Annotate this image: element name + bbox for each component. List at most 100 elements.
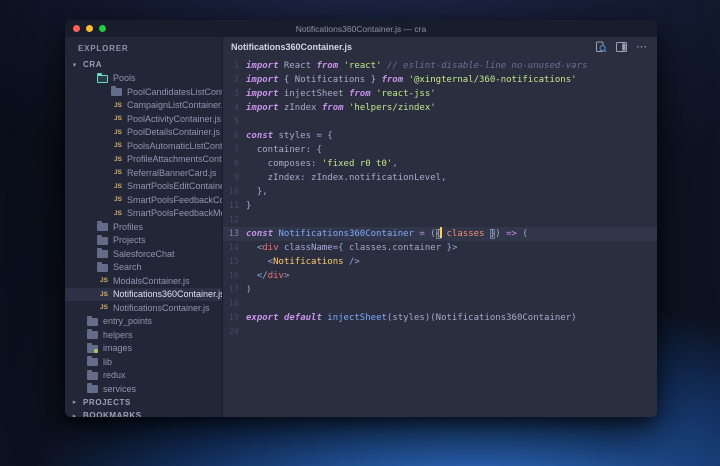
- tree-item-label: helpers: [103, 329, 133, 340]
- tree-item-label: Pools: [113, 73, 136, 84]
- open-preview-icon[interactable]: [595, 41, 607, 53]
- line-number: 1: [233, 61, 239, 71]
- tree-item[interactable]: ▾ CRA: [65, 58, 222, 72]
- tree-item[interactable]: Pools: [65, 72, 222, 86]
- tree-item-label: SmartPoolsFeedbackModa...: [127, 208, 222, 219]
- tree-item[interactable]: SalesforceChat: [65, 247, 222, 261]
- folder-icon: [97, 234, 108, 245]
- folder-image-icon: [87, 342, 98, 353]
- tree-item[interactable]: JS PoolDetailsContainer.js: [65, 126, 222, 140]
- tree-item-label: PoolActivityContainer.js: [127, 113, 222, 124]
- tree-item[interactable]: JS SmartPoolsFeedbackModa...: [65, 207, 222, 221]
- tree-item-label: Profiles: [113, 221, 144, 232]
- code-line[interactable]: 2 import { Notifications } from '@xingter…: [223, 73, 657, 87]
- line-number: 11: [228, 201, 239, 211]
- folder-icon: [87, 356, 98, 367]
- tree-item[interactable]: JS PoolActivityContainer.js: [65, 112, 222, 126]
- tree-item-label: PoolDetailsContainer.js: [127, 127, 221, 138]
- code-line[interactable]: 5: [223, 115, 657, 129]
- tree-item[interactable]: entry_points: [65, 315, 222, 329]
- folder-icon: [87, 369, 98, 380]
- tree-item[interactable]: JS ModalsContainer.js: [65, 274, 222, 288]
- tree-item-label: CampaignListContainer.js: [127, 100, 222, 111]
- code-line[interactable]: 20: [223, 325, 657, 339]
- chevron-icon: ▸: [72, 399, 77, 407]
- code-text: const styles = {: [246, 131, 333, 141]
- chevron-icon: ▾: [72, 61, 77, 69]
- tree-item-label: BOOKMARKS: [83, 411, 142, 417]
- line-number: 13: [228, 229, 239, 239]
- code-line[interactable]: 4 import zIndex from 'helpers/zindex': [223, 101, 657, 115]
- code-text: <div className={ classes.container }>: [256, 243, 458, 253]
- tree-item[interactable]: JS ReferralBannerCard.js: [65, 166, 222, 180]
- desktop-background: Notifications360Container.js — cra EXPLO…: [0, 0, 720, 466]
- js-file-icon: JS: [100, 277, 108, 285]
- tree-item[interactable]: JS SmartPoolsEditContainer.js: [65, 180, 222, 194]
- code-text: ): [246, 285, 252, 295]
- tree-item[interactable]: images: [65, 342, 222, 356]
- line-number: 2: [233, 75, 239, 85]
- minimize-window-icon[interactable]: [86, 25, 93, 32]
- js-file-icon: JS: [114, 142, 122, 150]
- code-text: import { Notifications } from '@xingtern…: [246, 75, 577, 85]
- tree-item[interactable]: JS Notifications360Container.js: [65, 287, 222, 301]
- code-line[interactable]: 8 composes: 'fixed r0 t0',: [223, 157, 657, 171]
- tree-item[interactable]: services: [65, 382, 222, 396]
- window-title: Notifications360Container.js — cra: [295, 23, 427, 34]
- sidebar-section[interactable]: ▸ PROJECTS: [65, 396, 222, 410]
- code-line[interactable]: 3 import injectSheet from 'react-jss': [223, 87, 657, 101]
- code-text: composes: 'fixed r0 t0',: [246, 159, 398, 169]
- code-line[interactable]: 17): [223, 283, 657, 297]
- code-line[interactable]: 11}: [223, 199, 657, 213]
- editor-toolbar: ⋯: [595, 37, 648, 56]
- tab-bar: Notifications360Container.js ⋯: [223, 37, 657, 56]
- line-number: 12: [228, 215, 239, 225]
- tree-item[interactable]: JS ProfileAttachmentsContain...: [65, 153, 222, 167]
- code-line[interactable]: 18: [223, 297, 657, 311]
- split-editor-icon[interactable]: [616, 41, 627, 52]
- tree-item-label: PROJECTS: [83, 397, 131, 407]
- code-line[interactable]: 7 container: {: [223, 143, 657, 157]
- folder-icon: [111, 86, 122, 97]
- tree-item[interactable]: Profiles: [65, 220, 222, 234]
- code-line[interactable]: 6 const styles = {: [223, 129, 657, 143]
- line-number: 7: [233, 145, 239, 155]
- code-line[interactable]: 10 },: [223, 185, 657, 199]
- more-actions-icon[interactable]: ⋯: [636, 41, 648, 52]
- folder-icon: [97, 261, 108, 272]
- tree-item[interactable]: Projects: [65, 234, 222, 248]
- zoom-window-icon[interactable]: [99, 25, 106, 32]
- tree-item[interactable]: helpers: [65, 328, 222, 342]
- tree-item[interactable]: Search: [65, 261, 222, 275]
- tree-item[interactable]: JS SmartPoolsFeedbackConta...: [65, 193, 222, 207]
- code-line[interactable]: 14 <div className={ classes.container }>: [223, 241, 657, 255]
- code-line[interactable]: 9 zIndex: zIndex.notificationLevel,: [223, 171, 657, 185]
- tab-active[interactable]: Notifications360Container.js: [223, 42, 352, 52]
- code-text: </div>: [256, 271, 290, 281]
- code-line[interactable]: 13 const Notifications360Container = ({ c…: [223, 227, 657, 241]
- tree-item[interactable]: lib: [65, 355, 222, 369]
- line-number: 10: [228, 187, 239, 197]
- tree-item-label: NotificationsContainer.js: [113, 302, 210, 313]
- sidebar-section[interactable]: ▸ BOOKMARKS: [65, 409, 222, 417]
- line-number: 16: [228, 271, 239, 281]
- title-bar: Notifications360Container.js — cra: [65, 20, 657, 37]
- code-line[interactable]: 1 import React from 'react' // eslint-dis…: [223, 59, 657, 73]
- tree-item-label: PoolsAutomaticListContain...: [127, 140, 222, 151]
- tree-item[interactable]: JS CampaignListContainer.js: [65, 99, 222, 113]
- tree-item[interactable]: JS NotificationsContainer.js: [65, 301, 222, 315]
- tree-item[interactable]: redux: [65, 369, 222, 383]
- code-line[interactable]: 16 </div>: [223, 269, 657, 283]
- tree-item-label: entry_points: [103, 316, 153, 327]
- traffic-lights: [65, 25, 106, 32]
- js-file-icon: JS: [114, 196, 122, 204]
- app-window: Notifications360Container.js — cra EXPLO…: [65, 20, 657, 417]
- tree-item[interactable]: PoolCandidatesListContain...: [65, 85, 222, 99]
- code-line[interactable]: 12: [223, 213, 657, 227]
- close-window-icon[interactable]: [73, 25, 80, 32]
- tree-item[interactable]: JS PoolsAutomaticListContain...: [65, 139, 222, 153]
- code-line[interactable]: 15 <Notifications />: [223, 255, 657, 269]
- tree-item-label: CRA: [83, 60, 103, 70]
- code-line[interactable]: 19 export default injectSheet(styles)(Not…: [223, 311, 657, 325]
